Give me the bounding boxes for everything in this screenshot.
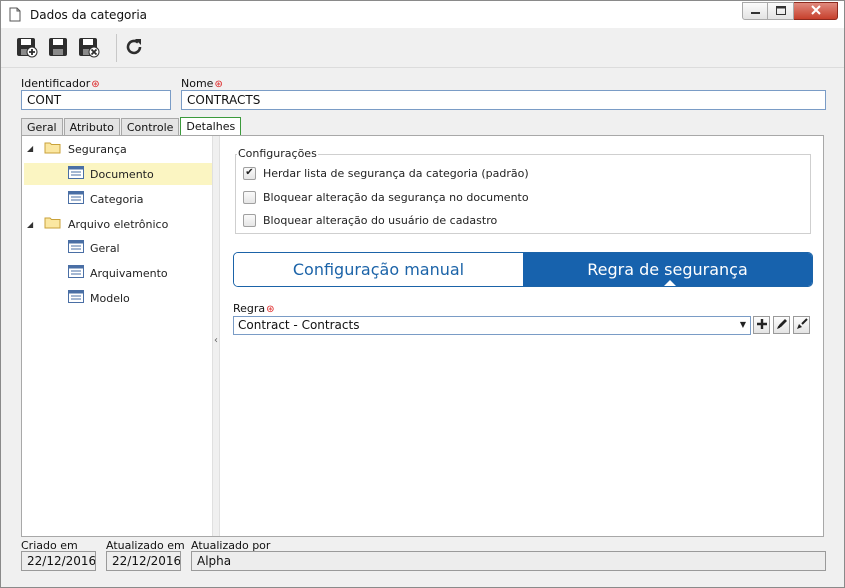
form-icon: [68, 290, 84, 306]
checkbox-unchecked[interactable]: [243, 190, 256, 204]
edit-icon: [776, 318, 788, 333]
form-icon: [68, 240, 84, 256]
refresh-button[interactable]: [122, 36, 146, 60]
folder-icon: [44, 216, 61, 232]
tree-node-arquivo-eletronico[interactable]: Arquivo eletrônico: [44, 213, 168, 235]
criado-em-field: 22/12/2016: [21, 551, 96, 571]
required-icon: ⊛: [266, 304, 275, 315]
add-rule-button[interactable]: [753, 316, 770, 334]
checkbox-checked[interactable]: ✔: [243, 166, 256, 180]
form-icon: [68, 265, 84, 281]
regra-label: Regra⊛: [233, 302, 275, 315]
save-button[interactable]: [46, 36, 70, 60]
nome-field[interactable]: CONTRACTS: [181, 90, 826, 110]
close-icon: [810, 4, 821, 18]
category-window: Dados da categoria Identificador⊛ CONT N…: [0, 0, 845, 588]
regra-select[interactable]: Contract - Contracts ▼: [233, 316, 751, 335]
option-bloquear-usuario[interactable]: Bloquear alteração do usuário de cadastr…: [243, 212, 497, 228]
details-panel: ◢ Segurança Documento Categoria ◢ Arquiv…: [21, 135, 824, 537]
save-icon: [47, 36, 69, 61]
detail-tree: ◢ Segurança Documento Categoria ◢ Arquiv…: [22, 136, 212, 536]
tree-node-seguranca[interactable]: Segurança: [44, 138, 210, 160]
option-bloquear-seguranca[interactable]: Bloquear alteração da segurança no docum…: [243, 189, 529, 205]
window-title: Dados da categoria: [30, 8, 148, 22]
maximize-button[interactable]: [768, 2, 794, 20]
expand-arrow-icon[interactable]: ◢: [27, 144, 33, 153]
add-icon: [756, 318, 767, 332]
tab-atributo[interactable]: Atributo: [63, 118, 120, 136]
expand-arrow-icon[interactable]: ◢: [27, 220, 33, 229]
refresh-icon: [123, 36, 145, 61]
required-icon: ⊛: [214, 79, 223, 90]
minimize-button[interactable]: [742, 2, 768, 20]
tree-node-documento[interactable]: Documento: [24, 163, 212, 185]
edit-rule-button[interactable]: [773, 316, 790, 334]
identificador-label: Identificador⊛: [21, 77, 100, 90]
tab-controle[interactable]: Controle: [120, 118, 180, 136]
configuracoes-title: Configurações: [237, 147, 318, 160]
close-button[interactable]: [794, 2, 838, 20]
form-icon: [68, 166, 84, 182]
folder-icon: [44, 141, 61, 157]
atualizado-por-field: Alpha: [191, 551, 826, 571]
atualizado-em-field: 22/12/2016: [106, 551, 181, 571]
configuracoes-group: Configurações ✔ Herdar lista de seguranç…: [235, 147, 811, 234]
form-icon: [68, 191, 84, 207]
option-herdar-lista[interactable]: ✔ Herdar lista de segurança da categoria…: [243, 165, 529, 181]
tree-node-modelo[interactable]: Modelo: [68, 287, 130, 309]
mode-switch: Configuração manual Regra de segurança: [233, 252, 813, 287]
checkbox-unchecked[interactable]: [243, 213, 256, 227]
security-rule-button[interactable]: Regra de segurança: [523, 253, 812, 286]
save-new-button[interactable]: [15, 36, 39, 60]
nome-label: Nome⊛: [181, 77, 223, 90]
manual-config-button[interactable]: Configuração manual: [234, 253, 523, 286]
tab-bar: Geral Atributo Controle Detalhes: [21, 117, 242, 136]
save-close-icon: [78, 36, 100, 61]
collapse-left-icon[interactable]: ‹: [214, 335, 218, 346]
panel-splitter[interactable]: ‹: [212, 136, 220, 536]
clear-rule-button[interactable]: [793, 316, 810, 334]
toolbar-separator: [116, 34, 117, 62]
clear-icon: [796, 317, 808, 333]
minimize-icon: [750, 5, 760, 18]
tab-detalhes[interactable]: Detalhes: [180, 117, 242, 136]
title-bar: Dados da categoria: [1, 1, 844, 28]
save-close-button[interactable]: [77, 36, 101, 60]
selection-notch: [663, 280, 677, 286]
maximize-icon: [775, 5, 786, 18]
tree-node-arquivamento[interactable]: Arquivamento: [68, 262, 168, 284]
toolbar: [1, 28, 844, 68]
document-icon: [9, 7, 21, 25]
dropdown-arrow-icon[interactable]: ▼: [740, 320, 746, 329]
tree-node-geral[interactable]: Geral: [68, 237, 120, 259]
required-icon: ⊛: [91, 79, 100, 90]
save-plus-icon: [16, 36, 38, 61]
tab-geral[interactable]: Geral: [21, 118, 63, 136]
identificador-field[interactable]: CONT: [21, 90, 171, 110]
tree-node-categoria[interactable]: Categoria: [68, 188, 144, 210]
